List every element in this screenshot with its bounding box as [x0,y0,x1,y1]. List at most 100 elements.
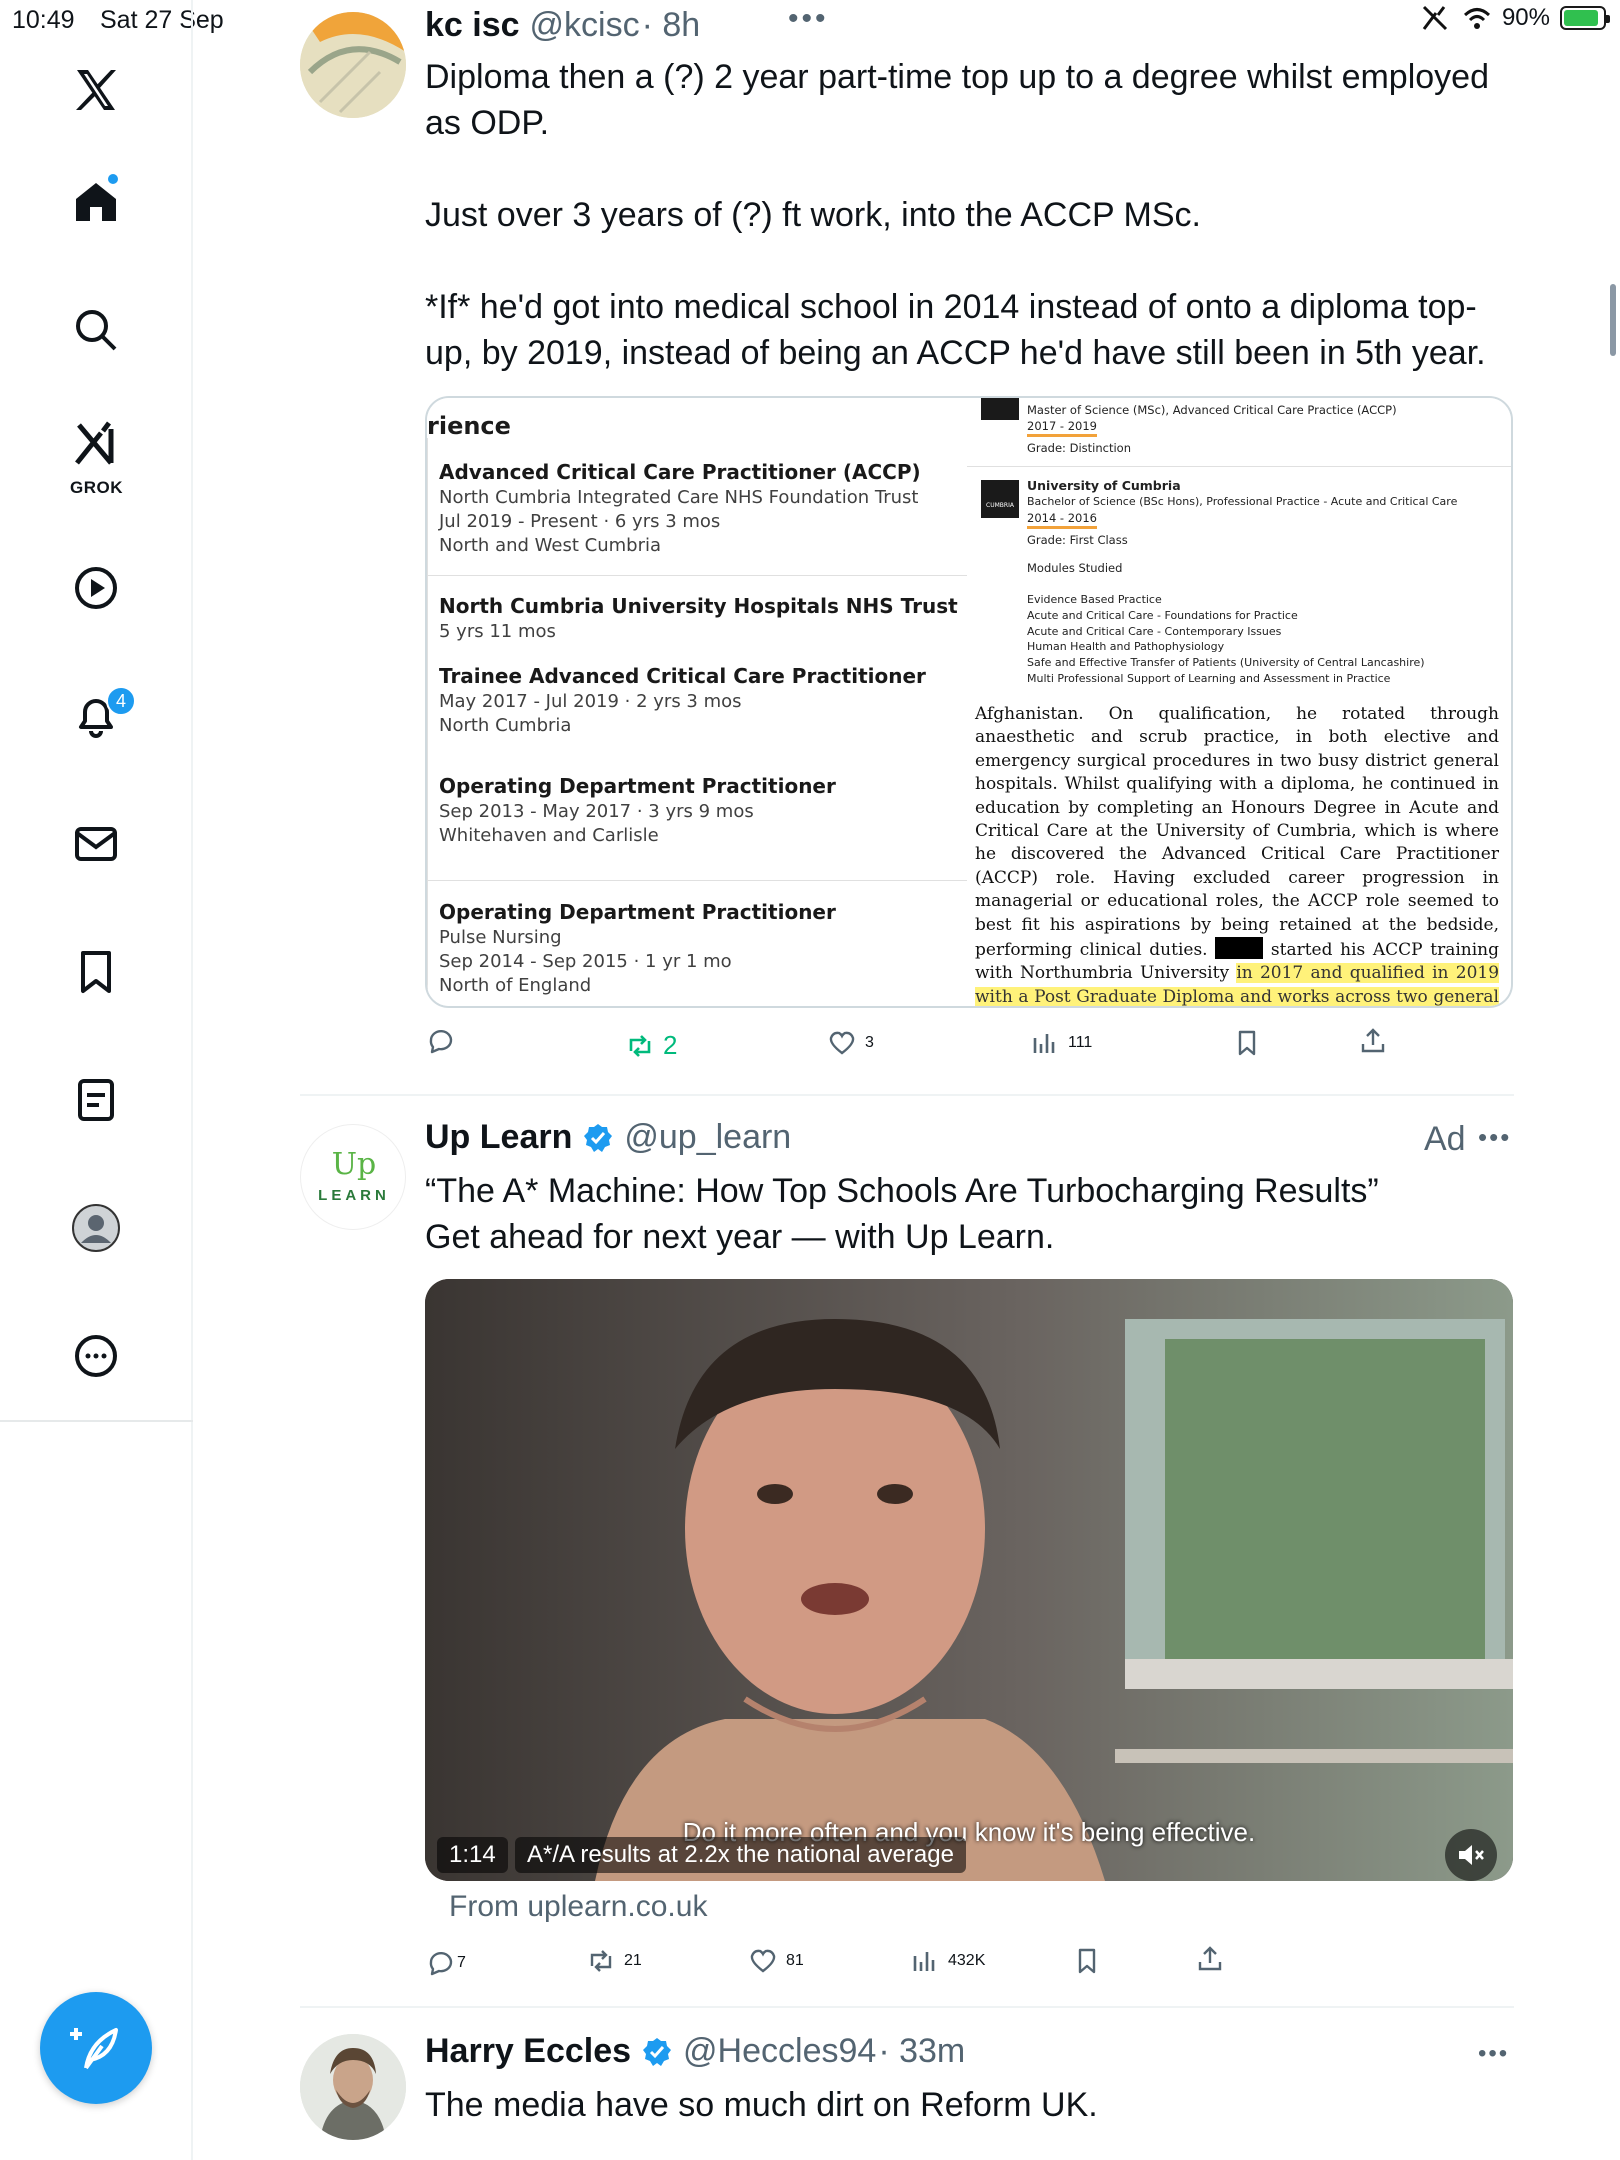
tweet-more-icon[interactable]: ••• [1478,2040,1509,2068]
grok-icon[interactable] [58,414,134,474]
like-button[interactable]: 3 [827,1028,874,1058]
x-logo-icon[interactable] [58,52,134,128]
home-icon[interactable] [58,164,134,240]
reply-button[interactable]: 7 [425,1948,466,1978]
x-ai-icon [1422,5,1448,31]
tweet-author-handle[interactable]: @up_learn [624,1118,791,1157]
lists-icon[interactable] [58,1062,134,1138]
experience-line: North of England [439,975,592,996]
compose-button[interactable] [40,1992,152,2104]
share-icon [1198,1946,1222,1971]
experience-title: Operating Department Practitioner [439,774,836,798]
repost-count: 2 [663,1030,678,1060]
heccles-avatar[interactable] [300,2034,406,2140]
bsc-university: University of Cumbria [1027,478,1181,493]
video-duration: 1:14 [437,1837,508,1873]
experience-line: North Cumbria [439,715,572,736]
ad-more-icon[interactable]: ••• [1478,1122,1511,1153]
bookmark-icon [1078,1948,1096,1974]
bookmarks-icon[interactable] [58,934,134,1010]
education-separator [967,466,1511,467]
experience-line: May 2017 - Jul 2019 · 2 yrs 3 mos [439,691,742,712]
heart-icon [829,1031,855,1055]
videos-icon[interactable] [58,550,134,626]
bsc-years: 2014 - 2016 [1027,510,1097,529]
article-paragraph: Afghanistan. On qualification, he rotate… [975,704,1499,961]
views-button[interactable]: 111 [1030,1028,1092,1058]
modules-list: Evidence Based Practice Acute and Critic… [1027,592,1457,687]
bookmark-button[interactable] [1232,1028,1262,1058]
module-item: Multi Professional Support of Learning a… [1027,671,1391,685]
msc-grade: Grade: Distinction [1027,441,1131,455]
kcisc-avatar[interactable] [300,12,406,118]
linkedin-education-screenshot: Master of Science (MSc), Advanced Critic… [967,398,1511,710]
experience-line: North and West Cumbria [439,535,661,556]
views-icon [1033,1034,1055,1053]
repost-button[interactable]: 2 [625,1030,677,1061]
tweet-author-handle[interactable]: @kcisc [530,6,640,45]
share-button[interactable] [1195,1944,1225,1974]
like-button[interactable]: 81 [748,1946,804,1976]
tweet-author-handle[interactable]: @Heccles94 [683,2032,876,2071]
grok-label: GROK [70,478,123,497]
uplearn-logo-up: Up [331,1147,377,1182]
msc-years: 2017 - 2019 [1027,418,1097,437]
tweet-2-text: “The A* Machine: How Top Schools Are Tur… [425,1172,1379,1256]
sidebar: GROK 4 [0,0,193,2160]
tweet-author-name[interactable]: kc isc [425,6,520,45]
repost-button[interactable]: 21 [586,1946,642,1976]
status-bar: 10:49 Sat 27 Sep ••• 90% [0,0,1620,44]
tweet-timestamp[interactable]: · 33m [878,2032,965,2071]
experience-line: 5 yrs 11 mos [439,621,556,642]
uplearn-avatar[interactable]: Up LEARN [300,1124,406,1230]
scrollbar[interactable] [1610,284,1616,356]
video-frame-illustration [425,1279,1513,1881]
messages-icon[interactable] [58,806,134,882]
module-item: Safe and Effective Transfer of Patients … [1027,656,1425,670]
heart-icon [750,1949,776,1973]
module-item: Human Health and Pathophysiology [1027,640,1225,654]
tweet-author-name[interactable]: Up Learn [425,1118,572,1157]
views-count: 432K [948,1952,986,1969]
module-item: Acute and Critical Care - Foundations fo… [1027,608,1298,622]
tweet-author-name[interactable]: Harry Eccles [425,2032,631,2071]
video-caption: A*/A results at 2.2x the national averag… [515,1837,966,1873]
multitask-dots-icon[interactable]: ••• [788,2,829,36]
bookmark-button[interactable] [1072,1946,1102,1976]
views-button[interactable]: 432K [910,1946,985,1976]
views-count: 111 [1068,1034,1093,1051]
repost-icon [629,1034,651,1057]
search-icon[interactable] [58,292,134,368]
repost-count: 21 [624,1952,642,1969]
northumbria-logo [981,398,1019,420]
tweet-3-header: Harry Eccles @Heccles94 · 33m [425,2032,965,2071]
mute-button[interactable] [1445,1829,1497,1881]
like-count: 81 [786,1952,804,1969]
ad-label: Ad [1424,1120,1466,1158]
ad-video[interactable]: Do it more often and you know it's being… [425,1279,1513,1881]
more-icon[interactable] [58,1318,134,1394]
experience-entry: Operating Department Practitioner Pulse … [439,898,836,998]
share-icon [1361,1028,1385,1053]
experience-line: Jul 2019 - Present · 6 yrs 3 mos [439,511,721,532]
tweet-timestamp[interactable]: · 8h [642,6,701,45]
reply-button[interactable] [425,1026,463,1056]
share-button[interactable] [1358,1026,1388,1056]
compose-feather-icon [70,2028,118,2070]
tweet-1-image[interactable]: rience Advanced Critical Care Practition… [425,396,1513,1008]
profile-avatar[interactable] [58,1190,134,1266]
reply-icon [429,1029,453,1054]
experience-title: Trainee Advanced Critical Care Practitio… [439,664,926,688]
bsc-degree: Bachelor of Science (BSc Hons), Professi… [1027,495,1458,508]
experience-heading: rience [427,412,511,440]
linkedin-experience-screenshot: rience Advanced Critical Care Practition… [427,398,967,1006]
experience-line: Sep 2014 - Sep 2015 · 1 yr 1 mo [439,951,732,972]
cumbria-logo-text: CUMBRIA [986,502,1014,509]
tweet-divider [300,2006,1514,2008]
ad-source-link[interactable]: From uplearn.co.uk [449,1890,707,1924]
experience-line: North Cumbria Integrated Care NHS Founda… [439,487,919,508]
tweet-3-text: The media have so much dirt on Reform UK… [425,2086,1098,2124]
timeline-line [427,438,428,1006]
wifi-icon [1463,8,1490,29]
tweet-2-header: Up Learn @up_learn [425,1118,791,1157]
